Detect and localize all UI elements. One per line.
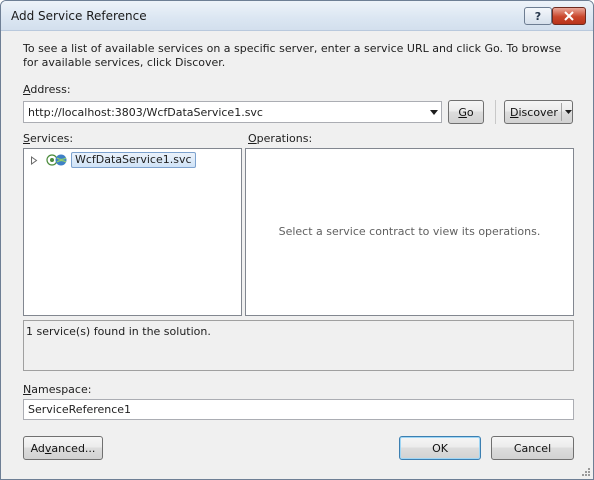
expand-triangle-icon[interactable]: [30, 155, 38, 165]
operations-label: Operations:: [248, 132, 312, 145]
ok-button[interactable]: OK: [399, 436, 481, 460]
resize-grip-icon[interactable]: [579, 465, 591, 477]
address-label: Address:: [23, 83, 71, 96]
discover-button-rest: iscover: [518, 105, 558, 119]
advanced-button-post: anced...: [51, 441, 96, 455]
namespace-label-key: N: [23, 383, 32, 396]
status-panel: 1 service(s) found in the solution.: [23, 320, 574, 371]
toolbar-separator: [495, 100, 496, 124]
go-button[interactable]: Go: [448, 100, 484, 124]
tree-item-service[interactable]: WcfDataService1.svc: [30, 152, 196, 168]
namespace-value: ServiceReference1: [28, 403, 132, 416]
advanced-button[interactable]: Ad v anced...: [23, 436, 103, 460]
services-label-rest: ervices:: [29, 132, 74, 145]
close-icon: [564, 11, 574, 21]
advanced-button-pre: Ad: [30, 441, 45, 455]
discover-split-button[interactable]: Discover: [504, 100, 573, 124]
operations-label-rest: perations:: [256, 132, 313, 145]
help-button[interactable]: ?: [524, 7, 552, 25]
go-button-rest: o: [466, 105, 474, 119]
chevron-down-icon[interactable]: [430, 110, 438, 115]
wcf-service-icon: [46, 154, 67, 166]
chevron-down-icon[interactable]: [565, 110, 572, 114]
operations-label-key: O: [248, 132, 257, 145]
services-label-key: S: [23, 132, 30, 145]
operations-list[interactable]: Select a service contract to view its op…: [245, 148, 574, 316]
namespace-label: Namespace:: [23, 383, 91, 396]
discover-button-label: Discover: [510, 106, 558, 119]
cancel-button[interactable]: Cancel: [491, 436, 574, 460]
question-mark-icon: ?: [534, 9, 542, 23]
status-text: 1 service(s) found in the solution.: [26, 325, 211, 338]
namespace-label-rest: amespace:: [31, 383, 92, 396]
go-button-key: G: [458, 105, 467, 119]
instructions-text: To see a list of available services on a…: [23, 42, 562, 69]
address-label-rest: ddress:: [30, 83, 71, 96]
dialog-window: Add Service Reference ? To see a list of…: [0, 0, 594, 480]
address-combobox[interactable]: http://localhost:3803/WcfDataService1.sv…: [23, 101, 442, 123]
address-input[interactable]: http://localhost:3803/WcfDataService1.sv…: [28, 106, 263, 119]
window-title: Add Service Reference: [11, 9, 147, 23]
title-bar[interactable]: Add Service Reference ?: [1, 1, 593, 31]
split-divider: [561, 103, 562, 121]
tree-item-label: WcfDataService1.svc: [71, 152, 196, 168]
close-button[interactable]: [552, 7, 586, 25]
services-label: Services:: [23, 132, 73, 145]
services-tree[interactable]: WcfDataService1.svc: [23, 148, 242, 316]
operations-empty-text: Select a service contract to view its op…: [278, 225, 541, 238]
namespace-input[interactable]: ServiceReference1: [23, 399, 574, 420]
